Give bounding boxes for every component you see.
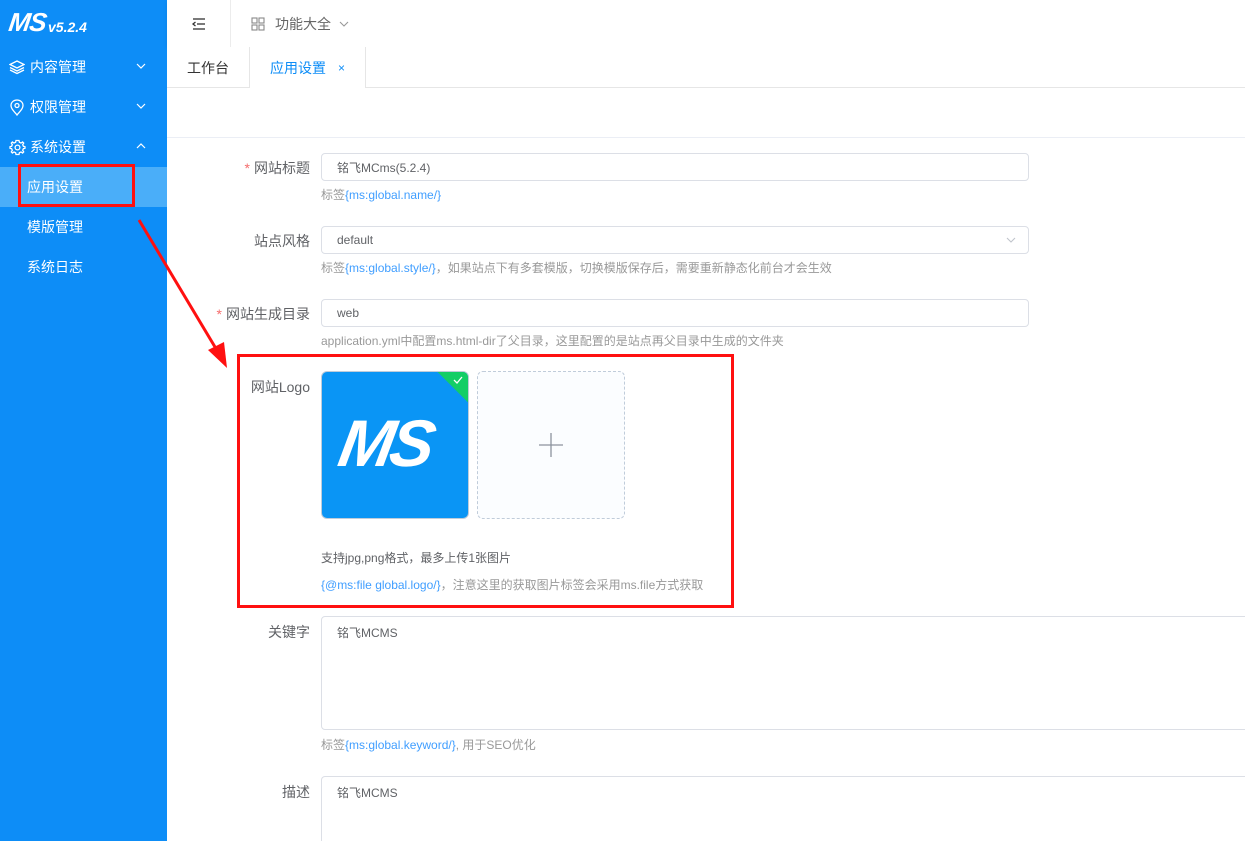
menu-fold-icon [191,17,205,30]
chevron-up-icon [136,143,146,149]
sidebar-item-label: 权限管理 [30,99,86,115]
site-dir-label: * 网站生成目录 [216,306,310,322]
version-label: v5.2.4 [48,19,87,35]
site-style-help: 标签{ms:global.style/}，如果站点下有多套模版，切换模版保存后，… [321,261,832,275]
top-header: 功能大全 [167,0,1245,47]
shield-icon [8,98,26,116]
gear-icon [8,138,26,156]
keywords-textarea[interactable]: 铭飞MCMS [321,616,1245,730]
site-style-select[interactable]: default [321,226,1029,254]
grid-icon [251,16,265,31]
required-mark: * [216,306,222,322]
description-label: 描述 [282,784,310,800]
keywords-label: 关键字 [268,624,310,640]
chevron-down-icon [136,63,146,69]
site-dir-help: application.yml中配置ms.html-dir了父目录，这里配置的是… [321,334,784,348]
chevron-down-icon [1006,237,1016,243]
menu-fold-button[interactable] [167,0,231,47]
sidebar: MS v5.2.4 内容管理 权限管理 系统设置 应用设置 模版管理 系统日志 [0,0,167,841]
sidebar-item-label: 系统设置 [30,139,86,155]
tab-app-settings[interactable]: 应用设置 × [250,47,367,89]
function-menu-label: 功能大全 [275,15,331,32]
sidebar-subitem-template-manage[interactable]: 模版管理 [0,207,167,247]
tab-label: 应用设置 [270,59,326,76]
sidebar-item-label: 内容管理 [30,59,86,75]
chevron-down-icon [136,103,146,109]
site-title-input[interactable]: 铭飞MCms(5.2.4) [321,153,1029,181]
sidebar-item-permission[interactable]: 权限管理 [0,87,167,127]
annotation-box-sidebar [18,164,135,207]
keywords-help: 标签{ms:global.keyword/}, 用于SEO优化 [321,738,536,752]
sidebar-item-system[interactable]: 系统设置 [0,127,167,167]
annotation-box-logo [237,354,734,608]
tab-bar: 工作台 应用设置 × [167,47,1245,89]
site-dir-input[interactable]: web [321,299,1029,327]
logo-text: MS [6,7,49,37]
chevron-down-icon [339,21,349,27]
tab-label: 工作台 [187,59,229,76]
description-textarea[interactable]: 铭飞MCMS [321,776,1245,841]
layers-icon [8,58,26,76]
function-menu-dropdown[interactable]: 功能大全 [231,14,349,34]
site-title-label: * 网站标题 [244,160,310,176]
sidebar-item-content[interactable]: 内容管理 [0,47,167,87]
site-style-label: 站点风格 [254,233,310,249]
required-mark: * [244,160,250,176]
site-title-help: 标签{ms:global.name/} [321,188,442,202]
sidebar-subitem-system-log[interactable]: 系统日志 [0,247,167,287]
close-icon[interactable]: × [338,61,345,75]
app-logo[interactable]: MS v5.2.4 [0,0,167,47]
content-toolbar [167,88,1245,138]
tab-workbench[interactable]: 工作台 [167,47,250,88]
